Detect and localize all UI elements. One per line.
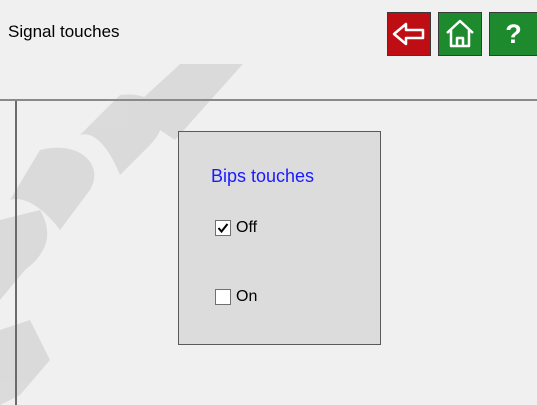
option-on[interactable]: On <box>215 288 257 306</box>
header: Signal touches ? <box>0 0 537 64</box>
help-button[interactable]: ? <box>489 12 537 56</box>
help-icon: ? <box>505 18 522 49</box>
bips-touches-group: Bips touches Off On <box>178 131 381 345</box>
option-on-label: On <box>236 288 258 305</box>
group-title: Bips touches <box>211 166 315 186</box>
page-title: Signal touches <box>8 22 120 41</box>
screen: Signal touches ? Bips touches Off On <box>0 0 537 405</box>
checkmark-icon <box>217 223 229 234</box>
back-arrow-icon <box>392 22 425 46</box>
option-off[interactable]: Off <box>215 219 257 237</box>
back-button[interactable] <box>387 12 431 56</box>
option-off-label: Off <box>236 219 258 236</box>
home-icon <box>446 19 474 48</box>
off-checkbox[interactable] <box>215 220 231 236</box>
home-button[interactable] <box>438 12 482 56</box>
on-checkbox[interactable] <box>215 289 231 305</box>
